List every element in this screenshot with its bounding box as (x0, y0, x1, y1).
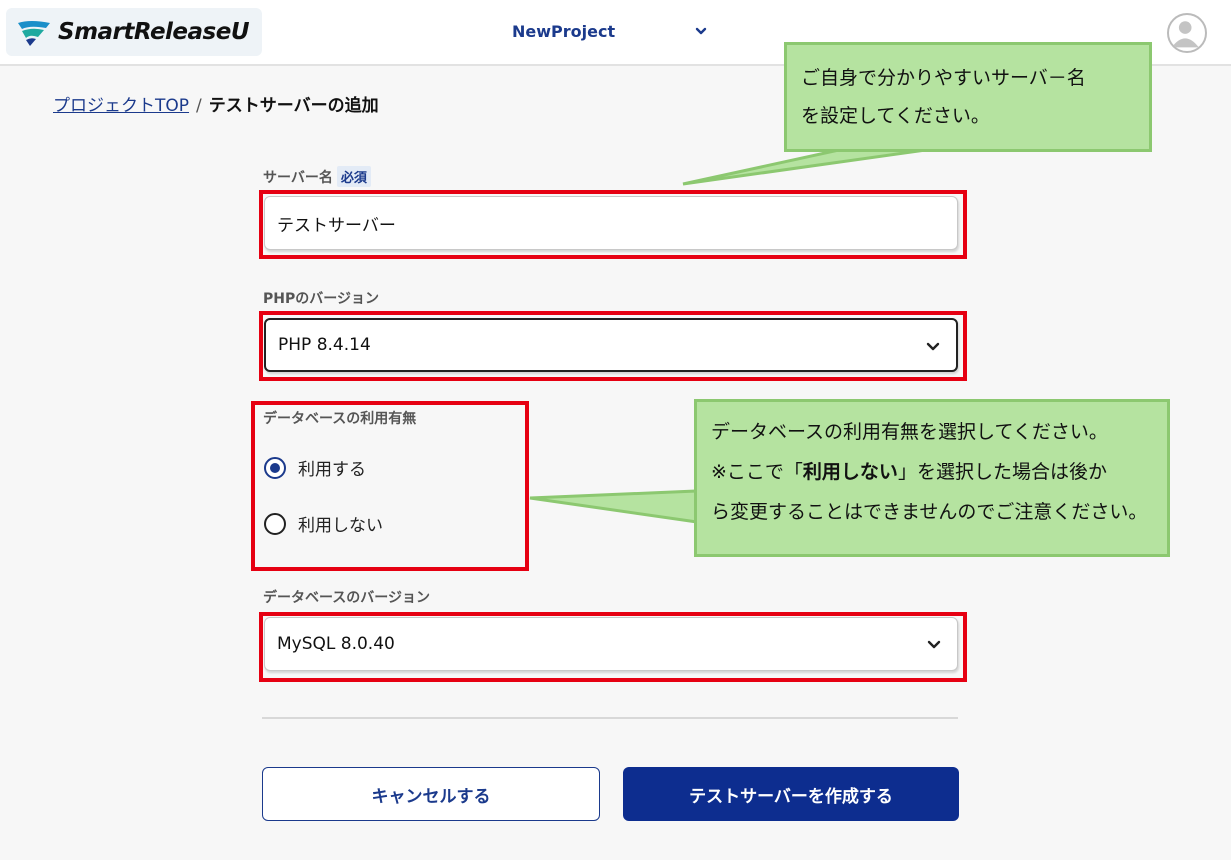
callout-db-line3: ら変更することはできませんのでご注意ください。 (711, 501, 1148, 523)
db-use-label: データベースの利用有無 (263, 411, 417, 427)
callout-server-name-line1: ご自身で分かりやすいサーバ－名 (801, 67, 1086, 89)
server-name-label: サーバー名 必須 (263, 166, 371, 187)
callout-db-line2: ※ここで「利用しない」を選択した場合は後か (711, 452, 1167, 492)
project-selector-label[interactable]: NewProject (512, 22, 615, 41)
php-version-value: PHP 8.4.14 (278, 335, 371, 355)
callout-pointer-server-name (682, 146, 941, 186)
breadcrumb: プロジェクトTOP / テストサーバーの追加 (53, 91, 379, 116)
callout-server-name-line2: を設定してください。 (801, 105, 990, 127)
server-name-label-text: サーバー名 (263, 170, 333, 186)
server-name-input[interactable]: テストサーバー (264, 196, 958, 250)
radio-unchecked-icon (264, 512, 286, 535)
chevron-down-icon[interactable] (692, 22, 710, 40)
breadcrumb-project-top-link[interactable]: プロジェクトTOP (53, 96, 189, 116)
callout-db-use: データベースの利用有無を選択してください。 ※ここで「利用しない」を選択した場合… (694, 399, 1170, 557)
app-logo[interactable]: SmartReleaseU (6, 8, 262, 56)
breadcrumb-separator: / (196, 96, 202, 116)
radio-db-use-no-label: 利用しない (298, 516, 383, 536)
db-version-value: MySQL 8.0.40 (277, 634, 395, 654)
logo-mark-icon (18, 21, 50, 46)
db-version-label: データベースのバージョン (263, 590, 431, 606)
callout-db-line1: データベースの利用有無を選択してください。 (711, 421, 1108, 443)
cancel-button[interactable]: キャンセルする (262, 767, 600, 821)
php-version-select[interactable]: PHP 8.4.14 (264, 318, 958, 372)
callout-db-line2-pre: ※ここで「 (711, 461, 803, 483)
db-version-select[interactable]: MySQL 8.0.40 (264, 617, 958, 671)
chevron-down-icon (927, 640, 941, 649)
callout-server-name: ご自身で分かりやすいサーバ－名 を設定してください。 (784, 42, 1152, 152)
callout-pointer-db-use (529, 489, 699, 524)
form-divider (262, 717, 958, 719)
chevron-down-icon (926, 342, 940, 351)
radio-db-use-no[interactable]: 利用しない (264, 511, 383, 536)
callout-db-line2-bold: 利用しない (802, 461, 898, 483)
user-avatar-icon[interactable] (1167, 13, 1207, 53)
create-test-server-button[interactable]: テストサーバーを作成する (623, 767, 959, 821)
php-version-label: PHPのバージョン (263, 291, 379, 307)
logo-text: SmartReleaseU (58, 19, 250, 45)
page-title: テストサーバーの追加 (208, 96, 379, 116)
server-name-value: テストサーバー (277, 215, 396, 236)
radio-db-use-yes[interactable]: 利用する (264, 455, 366, 480)
callout-db-line2-post: 」を選択した場合は後か (897, 461, 1107, 483)
radio-db-use-yes-label: 利用する (298, 460, 366, 480)
radio-checked-icon (264, 456, 286, 479)
required-badge: 必須 (336, 166, 371, 187)
